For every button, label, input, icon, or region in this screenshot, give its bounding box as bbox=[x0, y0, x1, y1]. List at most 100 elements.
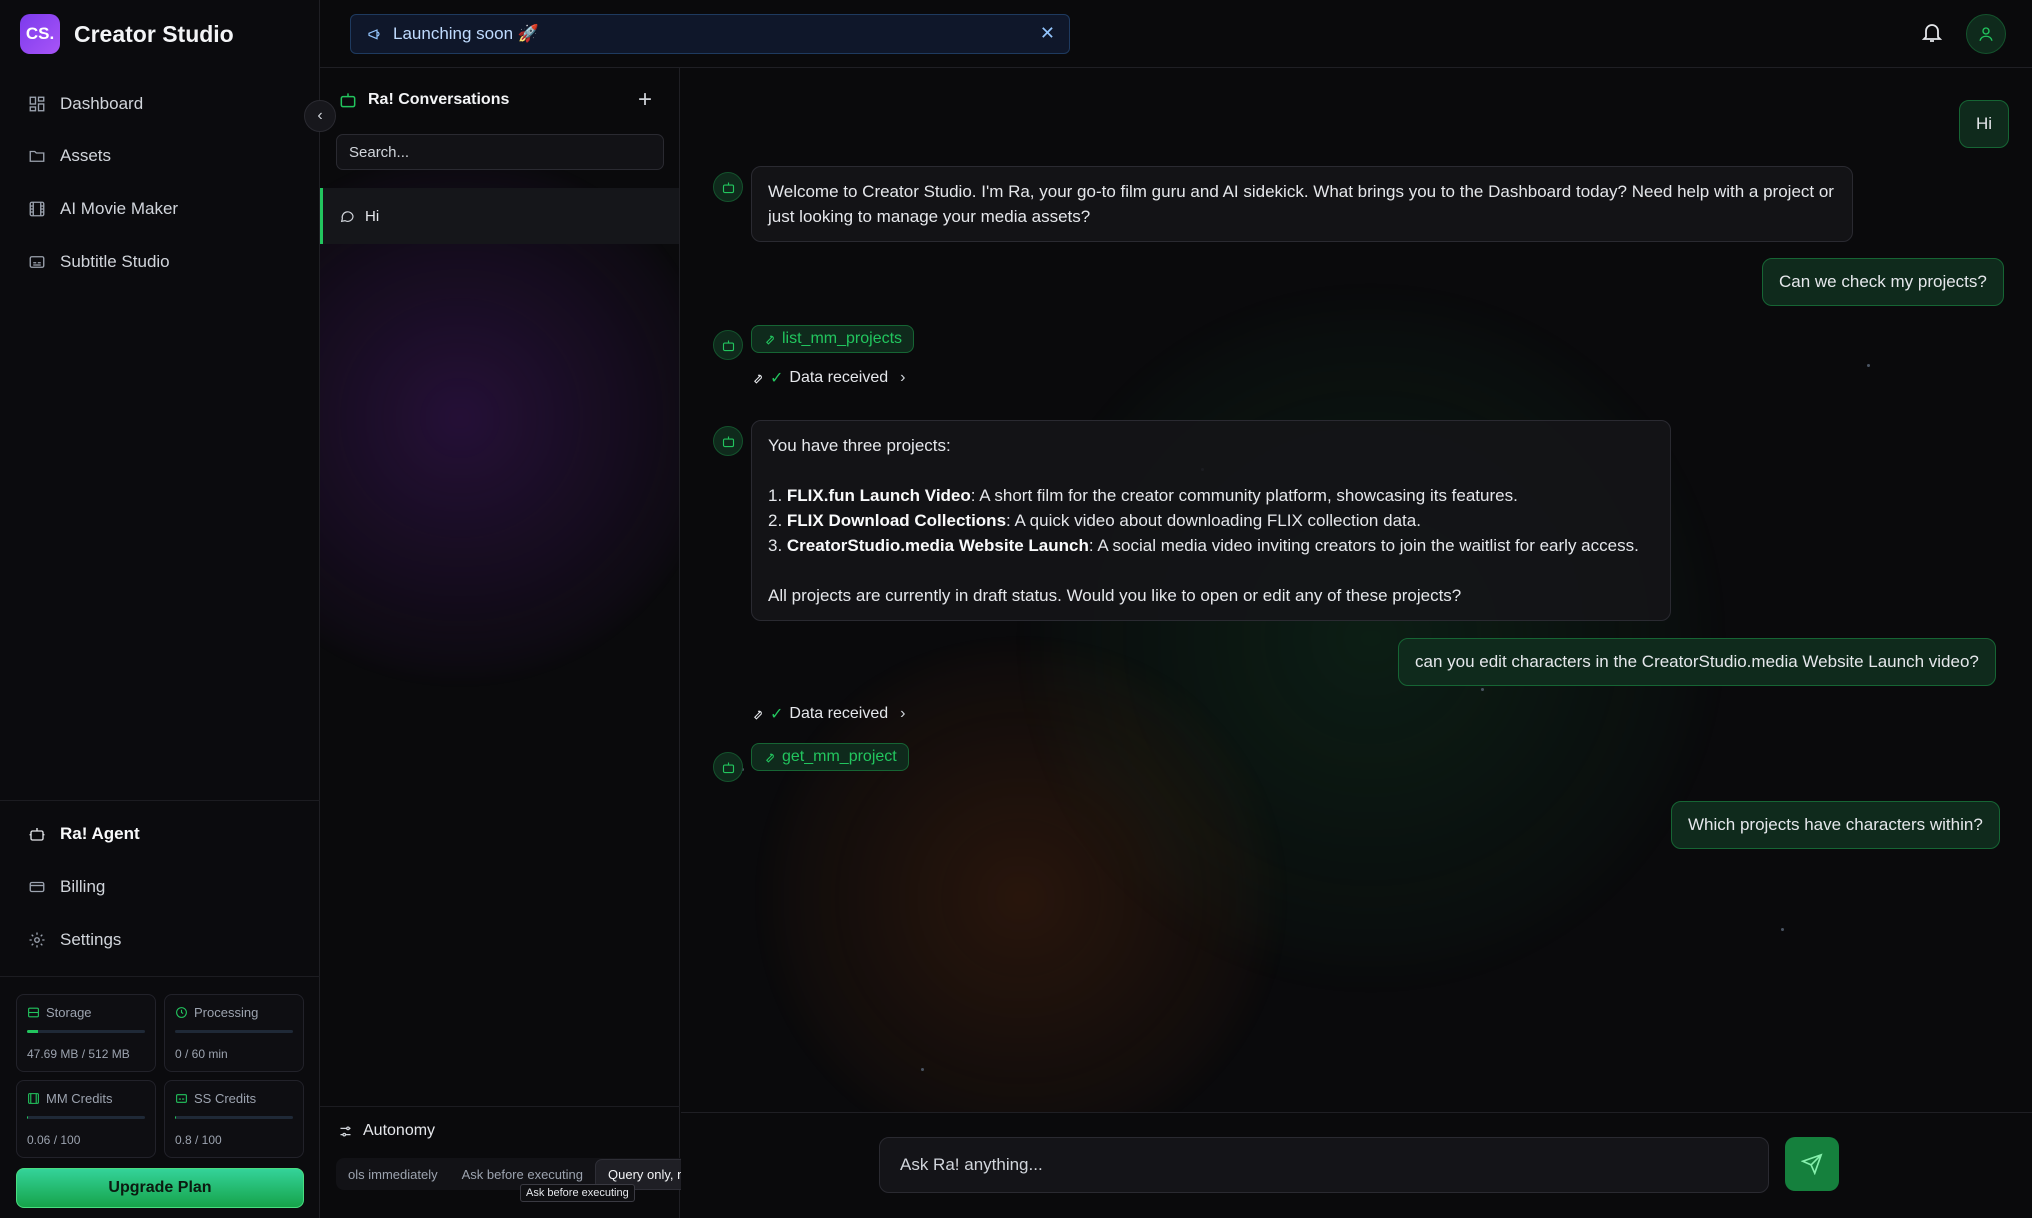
stat-card-mm-credits: MM Credits 0.06 / 100 bbox=[16, 1080, 156, 1158]
megaphone-icon bbox=[368, 29, 380, 40]
sidebar-item-label: Dashboard bbox=[60, 94, 144, 113]
user-icon bbox=[1979, 27, 1993, 41]
stat-value: 0 / 60 min bbox=[175, 1047, 228, 1061]
user-message: Can we check my projects? bbox=[1762, 258, 2004, 306]
stat-card-processing: Processing 0 / 60 min bbox=[164, 994, 304, 1072]
projects-outro: All projects are currently in draft stat… bbox=[768, 586, 1462, 605]
conversations-panel: Ra! Conversations + Hi bbox=[320, 68, 680, 1218]
wrench-icon bbox=[754, 710, 762, 720]
user-message: Hi bbox=[1959, 100, 2010, 148]
close-icon[interactable]: ✕ bbox=[1040, 23, 1055, 44]
launch-banner: Launching soon 🚀 ✕ bbox=[350, 14, 1070, 54]
sidebar-divider bbox=[0, 800, 320, 801]
chevron-right-icon: › bbox=[900, 705, 906, 722]
user-message: can you edit characters in the CreatorSt… bbox=[1398, 638, 1996, 686]
project-item: 2. FLIX Download Collections: A quick vi… bbox=[768, 511, 1421, 530]
sidebar-item-label: Billing bbox=[60, 877, 106, 896]
brand-name: Creator Studio bbox=[74, 20, 234, 47]
project-item: 3. CreatorStudio.media Website Launch: A… bbox=[768, 536, 1639, 555]
wrench-icon bbox=[754, 374, 762, 384]
sidebar-item-label: Subtitle Studio bbox=[60, 252, 170, 271]
upgrade-plan-button[interactable]: Upgrade Plan bbox=[16, 1168, 304, 1208]
bot-message-projects: You have three projects: 1. FLIX.fun Lau… bbox=[751, 420, 1671, 621]
stat-value: 0.8 / 100 bbox=[175, 1133, 222, 1147]
chat-input[interactable] bbox=[879, 1137, 1769, 1193]
tool-name: list_mm_projects bbox=[782, 330, 903, 347]
send-button[interactable] bbox=[1785, 1137, 1839, 1191]
data-received-toggle[interactable]: ✓ Data received › bbox=[751, 704, 905, 724]
dashboard-icon bbox=[29, 96, 45, 112]
conversation-item[interactable]: Hi bbox=[320, 188, 679, 244]
top-bar: Launching soon 🚀 ✕ bbox=[320, 0, 2032, 68]
subtitles-icon bbox=[29, 256, 45, 268]
notifications-button[interactable] bbox=[1920, 20, 1944, 49]
film-icon bbox=[28, 1093, 39, 1104]
bot-avatar bbox=[713, 172, 743, 202]
subtitles-icon bbox=[176, 1094, 187, 1103]
clock-icon bbox=[176, 1007, 187, 1018]
credit-card-icon bbox=[29, 881, 45, 893]
conversations-title: Ra! Conversations bbox=[338, 90, 509, 110]
projects-intro: You have three projects: bbox=[768, 436, 951, 455]
conversations-title-text: Ra! Conversations bbox=[368, 91, 510, 108]
stat-label: SS Credits bbox=[194, 1091, 257, 1106]
sliders-icon bbox=[340, 1126, 351, 1136]
autonomy-title: Autonomy bbox=[363, 1122, 436, 1139]
bot-avatar bbox=[713, 752, 743, 782]
stat-label: Storage bbox=[46, 1005, 92, 1020]
sidebar-item-subtitle-studio[interactable]: Subtitle Studio bbox=[18, 242, 302, 282]
wrench-icon bbox=[766, 753, 774, 763]
sidebar-item-ai-movie-maker[interactable]: AI Movie Maker bbox=[18, 189, 302, 229]
stat-card-ss-credits: SS Credits 0.8 / 100 bbox=[164, 1080, 304, 1158]
tool-call-chip[interactable]: list_mm_projects bbox=[751, 325, 915, 353]
stat-progress bbox=[27, 1030, 145, 1033]
check-icon: ✓ bbox=[770, 370, 784, 387]
sidebar-item-label: Settings bbox=[60, 930, 122, 949]
autonomy-divider bbox=[320, 1106, 680, 1107]
folder-icon bbox=[29, 150, 45, 162]
new-conversation-button[interactable]: + bbox=[638, 88, 652, 112]
composer-bar bbox=[681, 1112, 2032, 1218]
sidebar-item-settings[interactable]: Settings bbox=[18, 920, 302, 960]
autonomy-header: Autonomy bbox=[338, 1122, 435, 1140]
film-icon bbox=[29, 201, 45, 217]
chevron-right-icon: › bbox=[900, 369, 906, 386]
bot-avatar bbox=[713, 426, 743, 456]
autonomy-option-immediate[interactable]: ols immediately bbox=[336, 1160, 450, 1189]
bot-icon bbox=[722, 182, 734, 193]
collapse-sidebar-button[interactable]: ‹ bbox=[304, 100, 336, 132]
chat-area: Hi Welcome to Creator Studio. I'm Ra, yo… bbox=[681, 68, 2032, 1112]
sidebar-item-label: Assets bbox=[60, 146, 112, 165]
conversation-label: Hi bbox=[365, 207, 380, 225]
data-received-toggle[interactable]: ✓ Data received › bbox=[751, 368, 905, 388]
send-icon bbox=[1801, 1153, 1823, 1175]
bell-icon bbox=[1921, 24, 1943, 42]
brand[interactable]: CS. Creator Studio bbox=[20, 14, 234, 54]
data-received-label: Data received bbox=[789, 705, 889, 722]
bot-icon bbox=[722, 762, 734, 773]
project-item: 1. FLIX.fun Launch Video: A short film f… bbox=[768, 486, 1518, 505]
sidebar-item-label: Ra! Agent bbox=[60, 824, 140, 843]
sidebar-item-ra-agent[interactable]: Ra! Agent bbox=[18, 814, 302, 854]
sidebar-item-billing[interactable]: Billing bbox=[18, 867, 302, 907]
stat-progress bbox=[27, 1116, 145, 1119]
wrench-icon bbox=[766, 335, 774, 345]
tooltip: Ask before executing bbox=[520, 1184, 635, 1202]
brand-logo: CS. bbox=[20, 14, 60, 54]
bot-icon bbox=[722, 436, 734, 447]
bot-icon bbox=[340, 93, 356, 108]
user-avatar[interactable] bbox=[1966, 14, 2006, 54]
database-icon bbox=[28, 1007, 39, 1018]
check-icon: ✓ bbox=[770, 706, 784, 723]
sidebar-divider bbox=[0, 976, 320, 977]
bot-icon bbox=[722, 340, 734, 351]
sidebar-item-dashboard[interactable]: Dashboard bbox=[18, 84, 302, 124]
stat-card-storage: Storage 47.69 MB / 512 MB bbox=[16, 994, 156, 1072]
user-message: Which projects have characters within? bbox=[1671, 801, 2000, 849]
tool-name: get_mm_project bbox=[782, 748, 897, 765]
conversation-search-input[interactable] bbox=[336, 134, 664, 170]
tool-call-chip[interactable]: get_mm_project bbox=[751, 743, 909, 771]
stat-progress bbox=[175, 1030, 293, 1033]
sidebar-item-assets[interactable]: Assets bbox=[18, 136, 302, 176]
stat-value: 0.06 / 100 bbox=[27, 1133, 81, 1147]
